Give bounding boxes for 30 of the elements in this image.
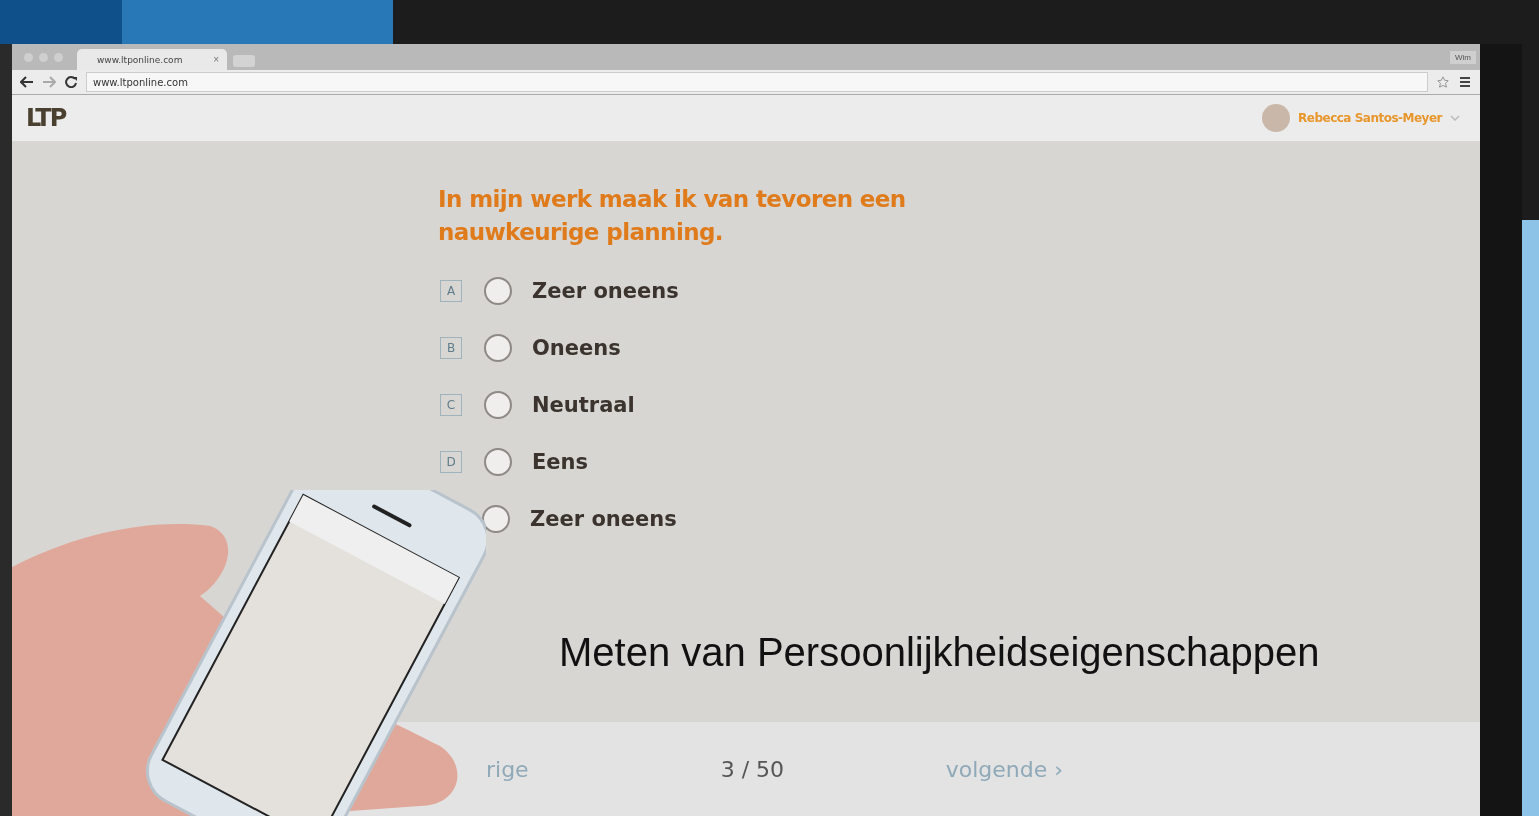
progress-counter: 3 / 50 <box>720 756 786 782</box>
caret-icon[interactable] <box>1450 115 1460 121</box>
option-key: C <box>440 394 462 416</box>
address-bar[interactable]: www.ltponline.com <box>86 72 1428 92</box>
logo[interactable]: LTP <box>26 104 66 132</box>
caption-text: Meten van Persoonlijkheidseigenschappen <box>559 630 1320 675</box>
profile-button[interactable]: Wim <box>1450 50 1476 64</box>
option-key: D <box>440 451 462 473</box>
radio-button[interactable] <box>484 277 512 305</box>
tab-title: www.ltponline.com <box>97 54 183 65</box>
browser-tab[interactable]: www.ltponline.com × <box>77 49 227 70</box>
option-label[interactable]: Oneens <box>532 336 621 360</box>
option-label[interactable]: Zeer oneens <box>530 507 677 531</box>
star-icon[interactable] <box>1436 76 1450 88</box>
tab-close-button[interactable]: × <box>213 54 219 65</box>
option-key: A <box>440 280 462 302</box>
radio-button[interactable] <box>484 391 512 419</box>
option-label[interactable]: Zeer oneens <box>532 279 679 303</box>
back-icon[interactable] <box>20 76 34 88</box>
radio-button[interactable] <box>484 448 512 476</box>
radio-button[interactable] <box>482 505 510 533</box>
menu-icon[interactable] <box>1458 76 1472 88</box>
avatar[interactable] <box>1262 104 1291 132</box>
reload-icon[interactable] <box>64 76 78 88</box>
option-label[interactable]: Eens <box>532 450 589 474</box>
forward-icon[interactable] <box>42 76 56 88</box>
question-text: In mijn werk maak ik van tevoren een nauwkeurige planning. <box>438 185 907 247</box>
option-label[interactable]: Neutraal <box>532 393 635 417</box>
option-key: B <box>440 337 462 359</box>
radio-button[interactable] <box>484 334 512 362</box>
